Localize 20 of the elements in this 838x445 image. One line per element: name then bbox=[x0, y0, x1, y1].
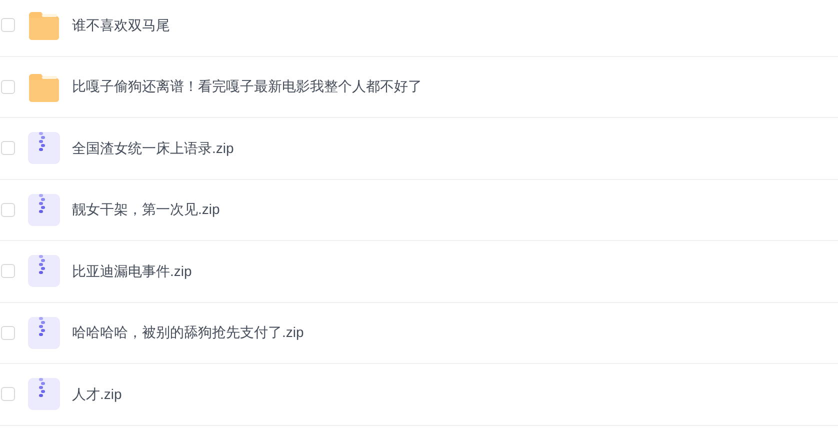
zip-file-icon bbox=[28, 132, 60, 164]
zip-file-icon bbox=[28, 316, 60, 349]
file-name[interactable]: 谁不喜欢双马尾 bbox=[72, 14, 170, 36]
checkbox[interactable] bbox=[1, 80, 15, 94]
file-name[interactable]: 靓女干架，第一次见.zip bbox=[72, 199, 220, 220]
file-name[interactable]: 哈哈哈哈，被别的舔狗抢先支付了.zip bbox=[72, 322, 304, 344]
file-name[interactable]: 比嘎子偷狗还离谱！看完嘎子最新电影我整个人都不好了 bbox=[72, 76, 422, 98]
zip-file-icon bbox=[28, 255, 60, 288]
checkbox[interactable] bbox=[1, 202, 15, 217]
checkbox[interactable] bbox=[1, 264, 15, 278]
checkbox[interactable] bbox=[1, 141, 15, 156]
zip-file-icon bbox=[28, 378, 60, 410]
folder-icon bbox=[28, 9, 60, 42]
file-name[interactable]: 全国渣女统一床上语录.zip bbox=[72, 138, 234, 159]
file-name[interactable]: 人才.zip bbox=[72, 384, 122, 405]
zip-file-icon bbox=[28, 194, 60, 226]
file-name[interactable]: 比亚迪漏电事件.zip bbox=[72, 260, 192, 282]
checkbox[interactable] bbox=[1, 18, 15, 32]
checkbox[interactable] bbox=[1, 387, 15, 402]
checkbox[interactable] bbox=[1, 326, 15, 340]
